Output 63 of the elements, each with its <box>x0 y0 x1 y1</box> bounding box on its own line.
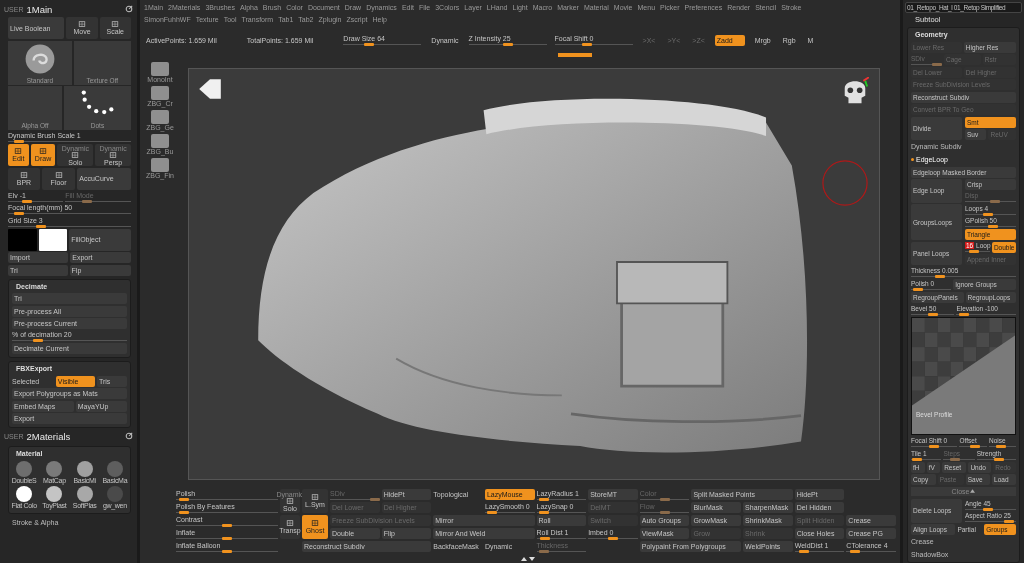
slider-thumb[interactable] <box>33 339 43 342</box>
slider-thumb[interactable] <box>581 43 592 46</box>
slider-thumb[interactable] <box>178 497 189 501</box>
model-thumbnail-picture <box>151 110 169 124</box>
tool-icon <box>285 497 295 505</box>
tool-icon <box>285 520 295 527</box>
expand-arrows-icon[interactable] <box>520 556 536 562</box>
slider-thumb[interactable] <box>969 250 980 253</box>
popout-icon[interactable] <box>125 432 133 440</box>
slider-thumb[interactable] <box>538 497 549 501</box>
slider-thumb[interactable] <box>363 43 374 46</box>
slider-thumb[interactable] <box>912 457 922 461</box>
slider-thumb[interactable] <box>798 549 809 553</box>
tool-icon <box>108 151 119 159</box>
model-thumbnail-picture <box>151 62 169 76</box>
tool-icon <box>76 21 87 28</box>
palette-title[interactable]: 1Main <box>26 3 122 15</box>
slider-thumb[interactable] <box>13 212 24 215</box>
slider-thumb[interactable] <box>608 536 618 540</box>
slider-thumb[interactable] <box>927 312 938 316</box>
slider-thumb[interactable] <box>970 445 980 448</box>
color-swatch[interactable] <box>8 228 37 251</box>
tool-icon <box>310 520 320 527</box>
caret-icon <box>970 489 976 493</box>
tool-icon <box>38 148 49 155</box>
tool-icon <box>310 494 320 501</box>
slider-thumb[interactable] <box>178 510 189 514</box>
slider-thumb[interactable] <box>987 225 998 228</box>
palette-title[interactable]: 2Materials <box>26 430 122 442</box>
slider-thumb[interactable] <box>538 510 549 514</box>
model-thumbnail-picture <box>151 158 169 172</box>
slider-thumb[interactable] <box>934 275 945 278</box>
model-thumbnail-picture <box>151 86 169 100</box>
tool-icon <box>13 148 24 155</box>
slider-thumb[interactable] <box>983 212 994 216</box>
slider-thumb[interactable] <box>486 510 497 514</box>
slider-thumb[interactable] <box>912 287 923 291</box>
slider-thumb[interactable] <box>1003 520 1014 523</box>
profile-curve-area[interactable] <box>912 335 1015 434</box>
slider-thumb[interactable] <box>36 224 47 228</box>
tool-icon <box>53 171 64 179</box>
back-arrow-icon[interactable] <box>197 77 223 101</box>
slider-thumb[interactable] <box>222 549 232 553</box>
tool-icon <box>110 21 121 28</box>
slider-thumb[interactable] <box>540 536 551 540</box>
active-tab-indicator <box>558 53 592 57</box>
slider-thumb[interactable] <box>958 312 969 316</box>
popout-icon[interactable] <box>125 5 133 13</box>
tool-icon <box>18 171 29 179</box>
slider-thumb[interactable] <box>995 445 1006 448</box>
brush-cursor-circle <box>821 159 869 207</box>
tool-icon <box>70 151 81 159</box>
slider-thumb[interactable] <box>983 507 994 511</box>
slider-thumb[interactable] <box>994 457 1005 461</box>
slider-thumb[interactable] <box>929 445 940 448</box>
color-swatch[interactable] <box>38 228 68 251</box>
slider-thumb[interactable] <box>222 536 232 540</box>
slider-thumb[interactable] <box>21 199 32 203</box>
model-thumbnail-picture <box>151 134 169 148</box>
slider-thumb[interactable] <box>222 523 232 527</box>
slider-thumb[interactable] <box>850 549 861 553</box>
slider-thumb[interactable] <box>502 43 513 46</box>
slider-thumb[interactable] <box>13 140 24 143</box>
